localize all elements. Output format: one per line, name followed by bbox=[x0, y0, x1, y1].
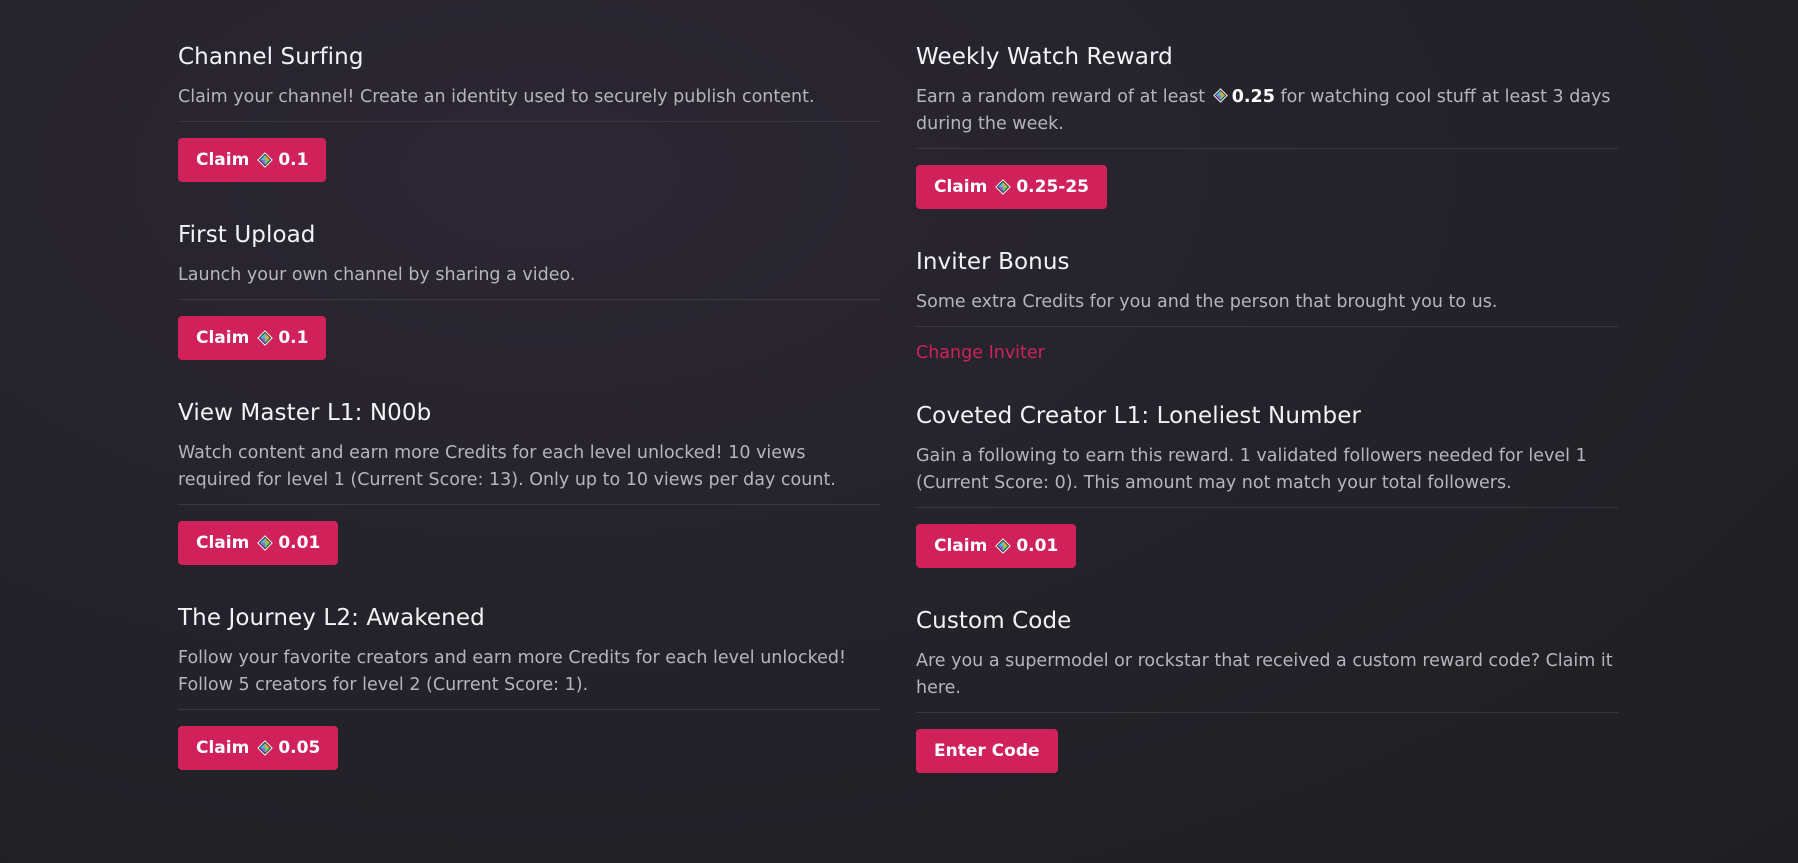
claim-amount: 0.01 bbox=[1016, 536, 1059, 556]
reward-description: Are you a supermodel or rockstar that re… bbox=[916, 648, 1618, 713]
reward-card-view-master: View Master L1: N00b Watch content and e… bbox=[178, 400, 880, 565]
reward-description: Watch content and earn more Credits for … bbox=[178, 440, 880, 505]
claim-button[interactable]: Claim 0.01 bbox=[916, 524, 1077, 568]
claim-amount: 0.01 bbox=[278, 533, 321, 553]
claim-button-label: Claim bbox=[196, 738, 250, 758]
reward-title: Coveted Creator L1: Loneliest Number bbox=[916, 403, 1362, 429]
lbc-credits-icon bbox=[257, 152, 273, 168]
reward-card-channel-surfing: Channel Surfing Claim your channel! Crea… bbox=[178, 44, 880, 182]
desc-before: Earn a random reward of at least bbox=[916, 87, 1206, 107]
enter-code-button[interactable]: Enter Code bbox=[916, 729, 1058, 773]
desc-amount: 0.25 bbox=[1231, 87, 1275, 107]
reward-description: Claim your channel! Create an identity u… bbox=[178, 84, 880, 122]
lbc-credits-icon bbox=[1213, 88, 1228, 103]
reward-description: Gain a following to earn this reward. 1 … bbox=[916, 443, 1618, 508]
claim-button-label: Claim bbox=[934, 177, 988, 197]
reward-title: The Journey L2: Awakened bbox=[178, 605, 485, 631]
reward-description: Some extra Credits for you and the perso… bbox=[916, 289, 1618, 327]
reward-title: First Upload bbox=[178, 222, 316, 248]
reward-description: Follow your favorite creators and earn m… bbox=[178, 645, 880, 710]
claim-button[interactable]: Claim 0.1 bbox=[178, 138, 327, 182]
reward-description: Earn a random reward of at least 0.25 fo… bbox=[916, 84, 1618, 149]
claim-amount: 0.1 bbox=[278, 328, 309, 348]
claim-button[interactable]: Claim 0.25-25 bbox=[916, 165, 1107, 209]
lbc-credits-icon bbox=[257, 740, 273, 756]
reward-title: View Master L1: N00b bbox=[178, 400, 432, 426]
rewards-left-column: Channel Surfing Claim your channel! Crea… bbox=[178, 44, 880, 810]
claim-button[interactable]: Claim 0.01 bbox=[178, 521, 339, 565]
reward-title: Weekly Watch Reward bbox=[916, 44, 1173, 70]
claim-button-label: Claim bbox=[196, 150, 250, 170]
reward-card-first-upload: First Upload Launch your own channel by … bbox=[178, 222, 880, 360]
claim-button[interactable]: Claim 0.1 bbox=[178, 316, 327, 360]
claim-button[interactable]: Claim 0.05 bbox=[178, 726, 339, 770]
claim-button-label: Claim bbox=[196, 533, 250, 553]
reward-card-the-journey: The Journey L2: Awakened Follow your fav… bbox=[178, 605, 880, 770]
reward-card-coveted-creator: Coveted Creator L1: Loneliest Number Gai… bbox=[916, 403, 1618, 568]
reward-title: Channel Surfing bbox=[178, 44, 364, 70]
claim-amount: 0.25-25 bbox=[1016, 177, 1089, 197]
lbc-credits-icon bbox=[257, 330, 273, 346]
claim-amount: 0.1 bbox=[278, 150, 309, 170]
claim-button-label: Claim bbox=[934, 536, 988, 556]
change-inviter-link[interactable]: Change Inviter bbox=[916, 343, 1045, 363]
rewards-page: Channel Surfing Claim your channel! Crea… bbox=[0, 0, 1798, 863]
reward-card-inviter-bonus: Inviter Bonus Some extra Credits for you… bbox=[916, 249, 1618, 363]
lbc-credits-icon bbox=[995, 538, 1011, 554]
claim-button-label: Claim bbox=[196, 328, 250, 348]
claim-amount: 0.05 bbox=[278, 738, 321, 758]
reward-card-weekly-watch: Weekly Watch Reward Earn a random reward… bbox=[916, 44, 1618, 209]
reward-title: Custom Code bbox=[916, 608, 1072, 634]
lbc-credits-icon bbox=[995, 179, 1011, 195]
reward-card-custom-code: Custom Code Are you a supermodel or rock… bbox=[916, 608, 1618, 773]
reward-title: Inviter Bonus bbox=[916, 249, 1070, 275]
rewards-right-column: Weekly Watch Reward Earn a random reward… bbox=[916, 44, 1618, 813]
lbc-credits-icon bbox=[257, 535, 273, 551]
reward-description: Launch your own channel by sharing a vid… bbox=[178, 262, 880, 300]
